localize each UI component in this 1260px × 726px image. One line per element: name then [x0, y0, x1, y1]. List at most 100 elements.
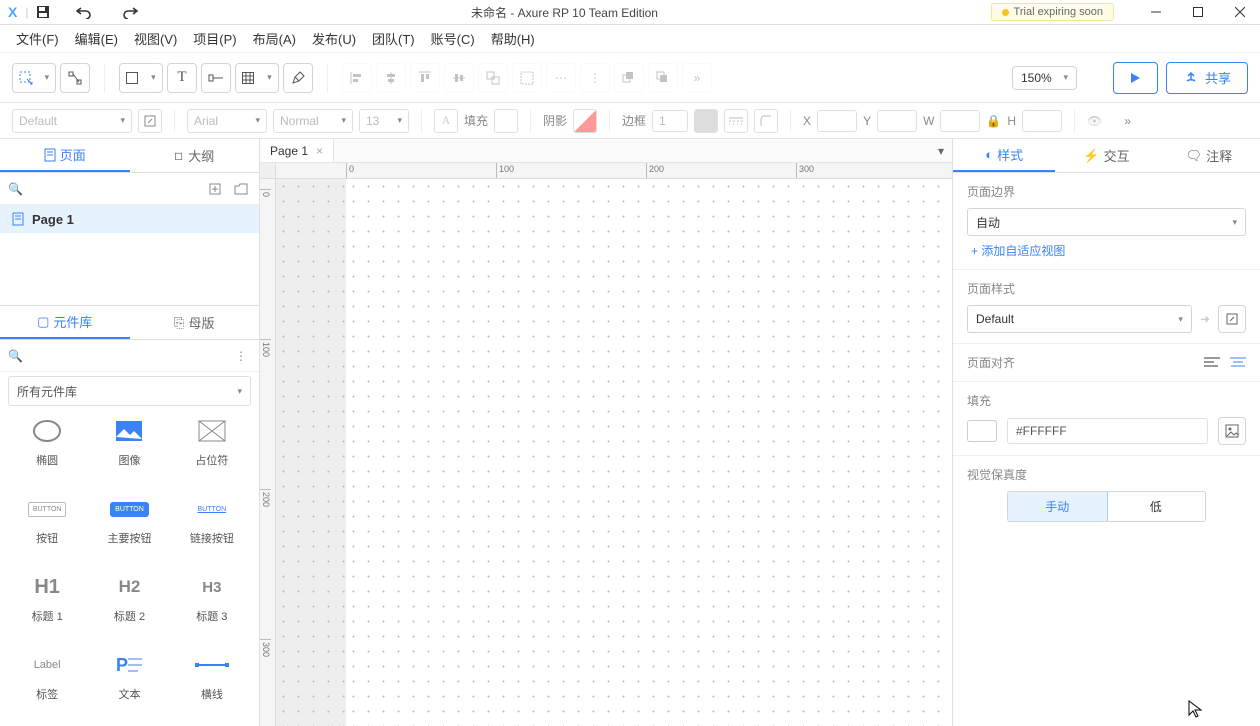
tab-interactions[interactable]: ⚡交互	[1055, 139, 1157, 172]
page-bounds-selector[interactable]: 自动▾	[967, 208, 1246, 236]
more-tools-button: »	[682, 63, 712, 93]
library-search-input[interactable]	[23, 348, 231, 363]
menu-account[interactable]: 账号(C)	[425, 25, 481, 52]
page-align-left-button[interactable]	[1204, 357, 1220, 369]
close-tab-icon[interactable]: ×	[316, 144, 323, 158]
font-weight-selector[interactable]: Normal▾	[273, 109, 353, 133]
border-width-input[interactable]: 1	[652, 110, 688, 132]
svg-text:P: P	[116, 655, 128, 675]
widget-h2[interactable]: H2标题 2	[90, 566, 168, 640]
widget-paragraph[interactable]: P文本	[90, 644, 168, 718]
widget-h1[interactable]: H1标题 1	[8, 566, 86, 640]
page-align-center-button[interactable]	[1230, 357, 1246, 369]
maximize-button[interactable]	[1178, 0, 1218, 25]
style-selector[interactable]: Default▾	[12, 109, 132, 133]
tab-outline[interactable]: ◇大纲	[130, 139, 260, 172]
ruler-corner	[260, 163, 276, 179]
y-input[interactable]	[877, 110, 917, 132]
menu-arrange[interactable]: 布局(A)	[247, 25, 302, 52]
connect-tool[interactable]	[60, 63, 90, 93]
widget-hline[interactable]: 横线	[173, 644, 251, 718]
line-tool[interactable]	[201, 63, 231, 93]
table-tool[interactable]: ▾	[235, 63, 279, 93]
tab-notes[interactable]: 🗨注释	[1158, 139, 1260, 172]
pages-search-input[interactable]	[29, 182, 199, 196]
inspector-panel: ◐样式 ⚡交互 🗨注释 页面边界 自动▾ + 添加自适应视图 页面样式 Defa…	[952, 139, 1260, 726]
menu-view[interactable]: 视图(V)	[128, 25, 183, 52]
menu-publish[interactable]: 发布(U)	[306, 25, 362, 52]
page-icon	[12, 212, 24, 226]
corner-radius-button[interactable]	[754, 109, 778, 133]
preview-button[interactable]	[1113, 62, 1158, 94]
page-item[interactable]: Page 1	[0, 205, 259, 233]
close-button[interactable]	[1220, 0, 1260, 25]
ruler-vertical: 0 100 200 300	[260, 179, 276, 726]
widget-label[interactable]: Label标签	[8, 644, 86, 718]
save-icon[interactable]	[36, 5, 50, 19]
page-style-selector[interactable]: Default▾	[967, 305, 1192, 333]
fill-color-swatch[interactable]	[967, 420, 997, 442]
undo-icon[interactable]	[76, 5, 92, 19]
menu-project[interactable]: 项目(P)	[187, 25, 242, 52]
add-adaptive-view-link[interactable]: + 添加自适应视图	[967, 236, 1065, 259]
w-input[interactable]	[940, 110, 980, 132]
widget-image[interactable]: 图像	[90, 410, 168, 484]
library-selector[interactable]: 所有元件库▾	[8, 376, 251, 406]
page-style-title: 页面样式	[967, 280, 1246, 297]
fidelity-toggle[interactable]: 手动 低	[1007, 491, 1206, 522]
menu-edit[interactable]: 编辑(E)	[69, 25, 124, 52]
tab-masters[interactable]: ⎘母版	[130, 306, 260, 339]
add-page-button[interactable]	[205, 179, 225, 199]
menu-file[interactable]: 文件(F)	[10, 25, 65, 52]
share-button[interactable]: 共享	[1166, 62, 1248, 94]
canvas[interactable]	[276, 179, 952, 726]
manage-styles-button[interactable]	[1218, 305, 1246, 333]
pen-tool[interactable]	[283, 63, 313, 93]
fill-label: 填充	[464, 112, 488, 129]
fill-color-button[interactable]	[494, 109, 518, 133]
apply-style-icon[interactable]: ➜	[1200, 312, 1210, 326]
lock-icon[interactable]: 🔒	[986, 114, 1001, 128]
fidelity-title: 视觉保真度	[967, 466, 1246, 483]
tab-dropdown-icon[interactable]: ▾	[930, 144, 952, 158]
format-bar: Default▾ Arial▾ Normal▾ 13▾ A 填充 阴影 边框 1…	[0, 103, 1260, 139]
font-color-button[interactable]: A	[434, 109, 458, 133]
font-selector[interactable]: Arial▾	[187, 109, 267, 133]
text-tool[interactable]: T	[167, 63, 197, 93]
border-style-button[interactable]	[724, 109, 748, 133]
document-tab[interactable]: Page 1×	[260, 139, 334, 162]
menu-team[interactable]: 团队(T)	[366, 25, 421, 52]
fidelity-manual[interactable]: 手动	[1007, 491, 1108, 522]
add-folder-button[interactable]	[231, 179, 251, 199]
border-color-button[interactable]	[694, 109, 718, 133]
menu-help[interactable]: 帮助(H)	[485, 25, 541, 52]
shadow-button[interactable]	[573, 109, 597, 133]
library-menu-button[interactable]: ⋮	[231, 346, 251, 366]
overflow-button[interactable]: »	[1124, 114, 1131, 128]
widget-placeholder[interactable]: 占位符	[173, 410, 251, 484]
trial-badge[interactable]: Trial expiring soon	[991, 3, 1114, 21]
shape-tool[interactable]: ▾	[119, 63, 163, 93]
fill-image-button[interactable]	[1218, 417, 1246, 445]
redo-icon[interactable]	[122, 5, 138, 19]
page-align-title: 页面对齐	[967, 354, 1015, 371]
visibility-icon[interactable]: 👁	[1087, 114, 1102, 128]
widget-link-button[interactable]: BUTTON链接按钮	[173, 488, 251, 562]
x-label: X	[803, 114, 811, 128]
x-input[interactable]	[817, 110, 857, 132]
style-manage-button[interactable]	[138, 109, 162, 133]
widget-button[interactable]: BUTTON按钮	[8, 488, 86, 562]
zoom-selector[interactable]: 150%▾	[1012, 66, 1077, 90]
tab-library[interactable]: ▢元件库	[0, 306, 130, 339]
minimize-button[interactable]	[1136, 0, 1176, 25]
font-size-selector[interactable]: 13▾	[359, 109, 409, 133]
tab-pages[interactable]: 页面	[0, 139, 130, 172]
select-tool[interactable]: ▾	[12, 63, 56, 93]
widget-ellipse[interactable]: 椭圆	[8, 410, 86, 484]
front-button	[614, 63, 644, 93]
tab-style[interactable]: ◐样式	[953, 139, 1055, 172]
fidelity-low[interactable]: 低	[1107, 492, 1206, 521]
widget-primary-button[interactable]: BUTTON主要按钮	[90, 488, 168, 562]
h-input[interactable]	[1022, 110, 1062, 132]
widget-h3[interactable]: H3标题 3	[173, 566, 251, 640]
